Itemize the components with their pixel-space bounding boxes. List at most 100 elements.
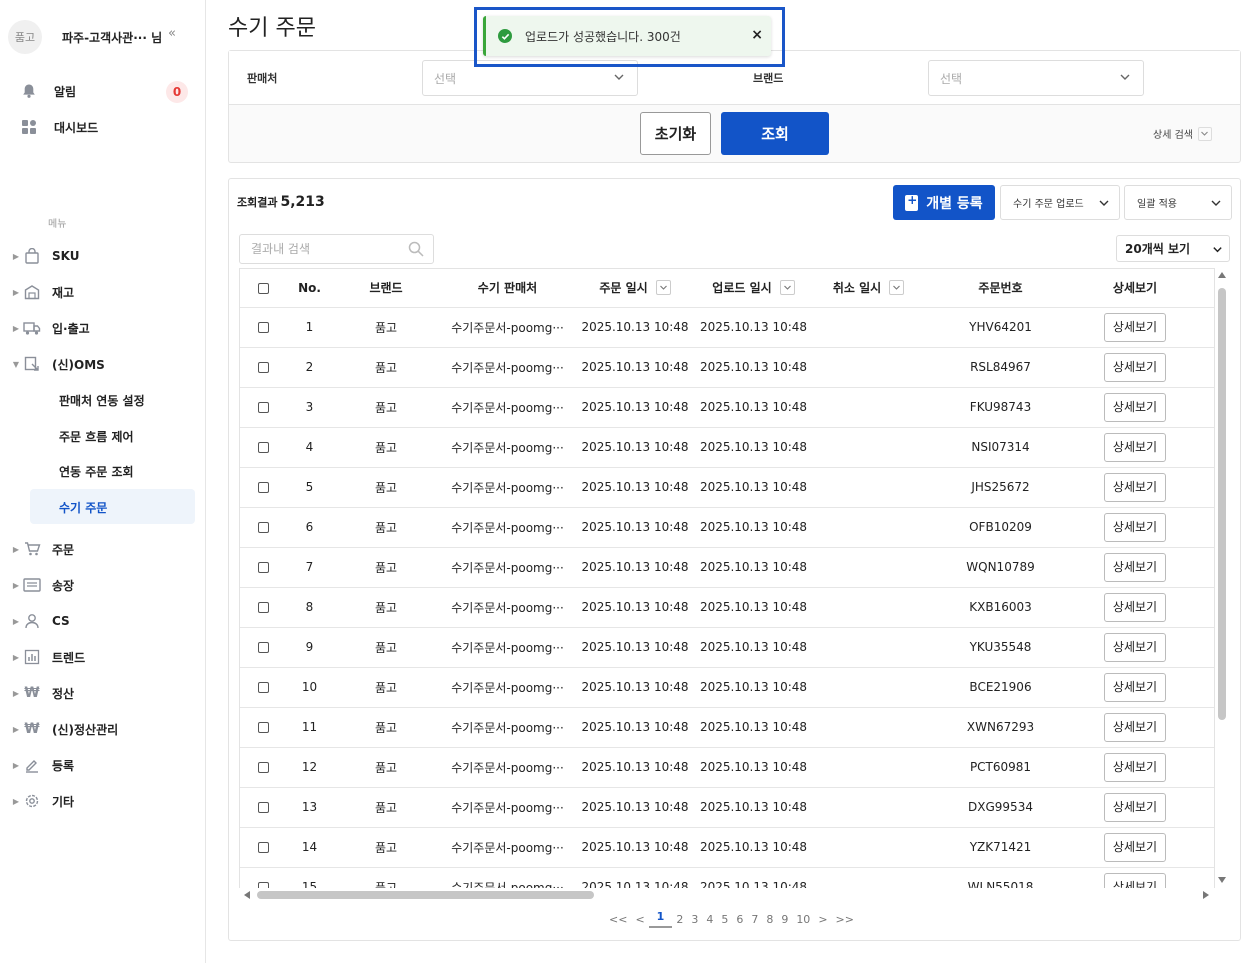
select-all-checkbox[interactable] — [258, 282, 269, 294]
detail-button[interactable]: 상세보기 — [1104, 432, 1166, 462]
sidebar-item-etc[interactable]: ▶ 기타 — [10, 789, 200, 813]
page-number-button[interactable]: 6 — [736, 913, 743, 926]
user-name[interactable]: 파주-고객사관··· 님 — [62, 29, 162, 46]
individual-register-button[interactable]: 개별 등록 — [893, 185, 995, 220]
detail-button[interactable]: 상세보기 — [1104, 392, 1166, 422]
row-checkbox[interactable] — [258, 682, 269, 693]
page-number-button[interactable]: 4 — [706, 913, 713, 926]
detail-button[interactable]: 상세보기 — [1104, 632, 1166, 662]
sort-chevron-icon[interactable] — [779, 280, 795, 296]
row-checkbox[interactable] — [258, 842, 269, 853]
table-row[interactable]: 2 품고 수기주문서-poomg··· 2025.10.13 10:48 2025.10… — [240, 347, 1214, 388]
sidebar-item-invoice[interactable]: ▶ 송장 — [10, 573, 200, 597]
table-row[interactable]: 1 품고 수기주문서-poomg··· 2025.10.13 10:48 2025.10… — [240, 307, 1214, 348]
table-row[interactable]: 5 품고 수기주문서-poomg··· 2025.10.13 10:48 2025.10… — [240, 467, 1214, 508]
search-button[interactable]: 조회 — [721, 112, 829, 155]
last-page-button[interactable]: >> — [836, 913, 854, 926]
nav-dashboard[interactable]: 대시보드 — [20, 118, 98, 136]
table-row[interactable]: 8 품고 수기주문서-poomg··· 2025.10.13 10:48 2025.10… — [240, 587, 1214, 628]
sidebar-item-cs[interactable]: ▶ CS — [10, 609, 200, 633]
table-row[interactable]: 7 품고 수기주문서-poomg··· 2025.10.13 10:48 2025.10… — [240, 547, 1214, 588]
horizontal-scroll-thumb[interactable] — [257, 891, 594, 899]
sidebar-subitem-order-flow[interactable]: 주문 흐름 제어 — [59, 426, 134, 446]
table-row[interactable]: 10 품고 수기주문서-poomg··· 2025.10.13 10:48 2025.1… — [240, 667, 1214, 708]
avatar[interactable]: 품고 — [8, 20, 42, 54]
table-row[interactable]: 12 품고 수기주문서-poomg··· 2025.10.13 10:48 2025.1… — [240, 747, 1214, 788]
detail-button[interactable]: 상세보기 — [1104, 312, 1166, 342]
row-checkbox[interactable] — [258, 802, 269, 813]
close-icon[interactable]: × — [751, 27, 763, 43]
page-number-button[interactable]: 3 — [691, 913, 698, 926]
sidebar-item-trend[interactable]: ▶ 트렌드 — [10, 645, 200, 669]
sidebar-item-order[interactable]: ▶ 주문 — [10, 537, 200, 561]
sidebar-item-new-settle[interactable]: ▶ ₩ (신)정산관리 — [10, 717, 200, 741]
row-checkbox[interactable] — [258, 482, 269, 493]
row-checkbox[interactable] — [258, 642, 269, 653]
next-page-button[interactable]: > — [818, 913, 827, 926]
detail-button[interactable]: 상세보기 — [1104, 552, 1166, 582]
scroll-left-arrow-icon[interactable] — [244, 891, 250, 899]
manual-upload-dropdown[interactable]: 수기 주문 업로드 — [1000, 185, 1120, 220]
sort-chevron-icon[interactable] — [889, 280, 905, 296]
first-page-button[interactable]: << — [609, 913, 627, 926]
row-checkbox[interactable] — [258, 402, 269, 413]
detail-button[interactable]: 상세보기 — [1104, 872, 1166, 888]
detail-button[interactable]: 상세보기 — [1104, 672, 1166, 702]
sidebar-item-register[interactable]: ▶ 등록 — [10, 753, 200, 777]
page-number-button[interactable]: 1 — [648, 910, 673, 928]
per-page-select[interactable]: 20개씩 보기 — [1116, 235, 1230, 262]
detail-button[interactable]: 상세보기 — [1104, 352, 1166, 382]
sidebar-subitem-store-link[interactable]: 판매처 연동 설정 — [59, 390, 145, 410]
table-row[interactable]: 6 품고 수기주문서-poomg··· 2025.10.13 10:48 2025.10… — [240, 507, 1214, 548]
row-checkbox[interactable] — [258, 322, 269, 333]
vertical-scroll-thumb[interactable] — [1218, 288, 1226, 720]
sidebar-item-sku[interactable]: ▶ SKU — [10, 244, 200, 268]
sidebar-subitem-manual-order[interactable]: 수기 주문 — [59, 497, 107, 517]
table-row[interactable]: 11 품고 수기주문서-poomg··· 2025.10.13 10:48 2025.1… — [240, 707, 1214, 748]
row-checkbox[interactable] — [258, 762, 269, 773]
table-row[interactable]: 14 품고 수기주문서-poomg··· 2025.10.13 10:48 2025.1… — [240, 827, 1214, 868]
row-checkbox[interactable] — [258, 602, 269, 613]
sidebar-item-oms[interactable]: ▼ (신)OMS — [10, 352, 200, 376]
scroll-down-arrow-icon[interactable] — [1218, 877, 1226, 883]
table-row[interactable]: 4 품고 수기주문서-poomg··· 2025.10.13 10:48 2025.10… — [240, 427, 1214, 468]
reset-button[interactable]: 초기화 — [640, 112, 711, 155]
detail-button[interactable]: 상세보기 — [1104, 832, 1166, 862]
scroll-right-arrow-icon[interactable] — [1203, 891, 1209, 899]
sidebar-subitem-linked-orders[interactable]: 연동 주문 조회 — [59, 461, 134, 481]
bulk-apply-dropdown[interactable]: 일괄 적용 — [1124, 185, 1232, 220]
sidebar-item-settle[interactable]: ▶ ₩ 정산 — [10, 681, 200, 705]
vertical-scrollbar[interactable] — [1215, 268, 1229, 888]
sidebar-item-inout[interactable]: ▶ 입·출고 — [10, 316, 200, 340]
row-checkbox[interactable] — [258, 722, 269, 733]
table-row[interactable]: 9 품고 수기주문서-poomg··· 2025.10.13 10:48 2025.10… — [240, 627, 1214, 668]
table-row[interactable]: 3 품고 수기주문서-poomg··· 2025.10.13 10:48 2025.10… — [240, 387, 1214, 428]
detail-button[interactable]: 상세보기 — [1104, 752, 1166, 782]
detail-button[interactable]: 상세보기 — [1104, 512, 1166, 542]
search-icon[interactable] — [408, 241, 424, 261]
detail-button[interactable]: 상세보기 — [1104, 792, 1166, 822]
nav-alarm[interactable]: 알림 — [20, 82, 76, 100]
detail-button[interactable]: 상세보기 — [1104, 712, 1166, 742]
row-checkbox[interactable] — [258, 522, 269, 533]
table-row[interactable]: 15 품고 수기주문서-poomg··· 2025.10.13 10:48 2025.1… — [240, 867, 1214, 888]
row-checkbox[interactable] — [258, 442, 269, 453]
table-row[interactable]: 13 품고 수기주문서-poomg··· 2025.10.13 10:48 2025.1… — [240, 787, 1214, 828]
detail-search-toggle[interactable]: 상세 검색 — [1153, 126, 1212, 141]
page-number-button[interactable]: 9 — [781, 913, 788, 926]
page-number-button[interactable]: 5 — [721, 913, 728, 926]
result-search[interactable] — [239, 234, 434, 264]
prev-page-button[interactable]: < — [635, 913, 644, 926]
sidebar-item-stock[interactable]: ▶ 재고 — [10, 280, 200, 304]
page-number-button[interactable]: 10 — [796, 913, 810, 926]
row-checkbox[interactable] — [258, 362, 269, 373]
horizontal-scrollbar[interactable] — [239, 888, 1215, 902]
double-chevron-left-icon[interactable]: « — [168, 26, 176, 41]
sort-chevron-icon[interactable] — [655, 280, 671, 296]
result-search-input[interactable] — [251, 235, 401, 263]
page-number-button[interactable]: 8 — [766, 913, 773, 926]
scroll-up-arrow-icon[interactable] — [1218, 272, 1226, 278]
row-checkbox[interactable] — [258, 562, 269, 573]
page-number-button[interactable]: 7 — [751, 913, 758, 926]
detail-button[interactable]: 상세보기 — [1104, 472, 1166, 502]
